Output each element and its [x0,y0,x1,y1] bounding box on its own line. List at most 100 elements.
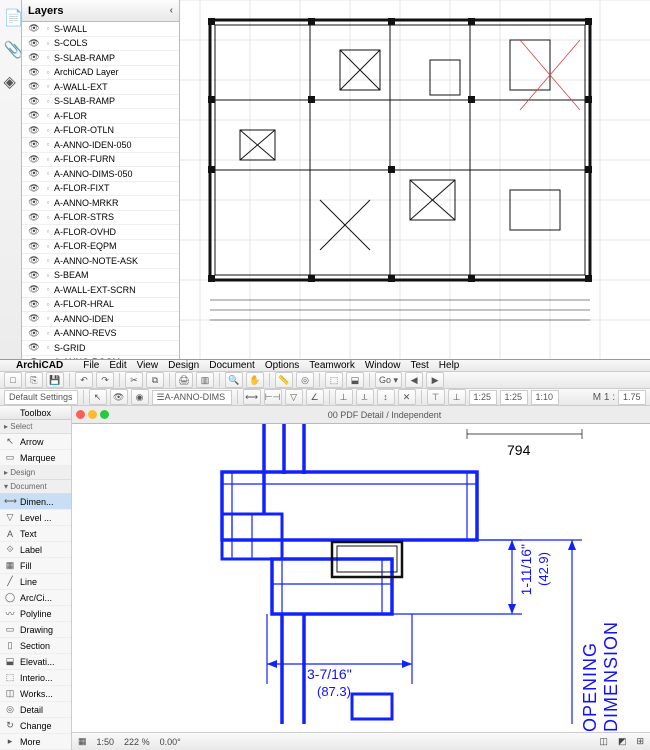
default-settings-button[interactable]: Default Settings [4,390,78,405]
open-icon[interactable]: ⎘ [25,372,43,388]
visibility-icon[interactable]: 👁 [26,226,42,237]
visibility-icon[interactable]: 👁 [26,168,42,179]
lock-icon[interactable]: ◉ [131,389,149,405]
pan-icon[interactable]: ✋ [246,372,264,388]
layers-panel-header[interactable]: Layers ‹ [22,0,179,22]
layer-combo[interactable]: ☰ A-ANNO-DIMS [152,390,232,405]
marker4-icon[interactable]: ✕ [398,389,416,405]
nav-back-icon[interactable]: ◀ [405,372,423,388]
arrow-mode-icon[interactable]: ↖ [89,389,107,405]
document-icon[interactable]: 📄 [4,8,18,22]
visibility-icon[interactable]: 👁 [26,255,42,266]
layer-row[interactable]: 👁▫ArchiCAD Layer [22,66,179,81]
menu-file[interactable]: File [83,360,99,371]
scale-field-c[interactable]: 1:10 [531,390,559,405]
visibility-icon[interactable]: 👁 [26,299,42,310]
layer-row[interactable]: 👁▫A-FLOR-OTLN [22,124,179,139]
layer-row[interactable]: 👁▫A-ANNO-DIMS-050 [22,167,179,182]
toolbox-group-design[interactable]: ▸ Design [0,466,71,480]
visibility-icon[interactable]: 👁 [26,197,42,208]
tool-level[interactable]: ▽Level ... [0,510,71,526]
eye-icon[interactable]: 👁 [110,389,128,405]
dim-elev-icon[interactable]: ▽ [285,389,303,405]
scale-field-b[interactable]: 1:25 [500,390,528,405]
layer-row[interactable]: 👁▫S-BEAM [22,269,179,284]
chevron-left-icon[interactable]: ‹ [170,5,173,16]
toolbox-group-select[interactable]: ▸ Select [0,420,71,434]
visibility-icon[interactable]: 👁 [26,139,42,150]
layer-row[interactable]: 👁▫A-FLOR-HRAL [22,298,179,313]
layer-row[interactable]: 👁▫A-ANNO-MRKR [22,196,179,211]
layer-row[interactable]: 👁▫A-WALL-EXT [22,80,179,95]
marker2-icon[interactable]: ⟂ [356,389,374,405]
menu-design[interactable]: Design [168,360,199,371]
trace-icon[interactable]: ◎ [296,372,314,388]
visibility-icon[interactable]: 👁 [26,328,42,339]
layer-row[interactable]: 👁▫A-FLOR-STRS [22,211,179,226]
visibility-icon[interactable]: 👁 [26,81,42,92]
layer-row[interactable]: 👁▫S-COLS [22,37,179,52]
layer-row[interactable]: 👁▫A-ANNO-ROOM [22,356,179,360]
tool-dimen[interactable]: ⟷Dimen... [0,494,71,510]
dim-angle-icon[interactable]: ∠ [306,389,324,405]
menu-options[interactable]: Options [265,360,299,371]
witness1-icon[interactable]: ⊤ [427,389,445,405]
status-tool1-icon[interactable]: ◫ [599,736,608,747]
visibility-icon[interactable]: 👁 [26,241,42,252]
layer-row[interactable]: 👁▫A-FLOR-FURN [22,153,179,168]
visibility-icon[interactable]: 👁 [26,342,42,353]
visibility-icon[interactable]: 👁 [26,154,42,165]
tool-polyline[interactable]: 〰Polyline [0,606,71,622]
undo-icon[interactable]: ↶ [75,372,93,388]
visibility-icon[interactable]: 👁 [26,270,42,281]
cut-icon[interactable]: ✂ [125,372,143,388]
tool-section[interactable]: ▯Section [0,638,71,654]
marker1-icon[interactable]: ⊥ [335,389,353,405]
section-icon[interactable]: ⬓ [346,372,364,388]
go-button[interactable]: Go ▾ [375,372,402,388]
floor-plan-canvas[interactable] [180,0,650,359]
new-icon[interactable]: □ [4,372,22,388]
window-controls[interactable] [76,410,109,419]
visibility-icon[interactable]: 👁 [26,357,42,359]
status-zoom[interactable]: 222 % [124,737,150,747]
plot-icon[interactable]: ▥ [196,372,214,388]
tool-elevati[interactable]: ⬓Elevati... [0,654,71,670]
visibility-icon[interactable]: 👁 [26,125,42,136]
tool-marquee[interactable]: ▭Marquee [0,450,71,466]
nav-fwd-icon[interactable]: ▶ [426,372,444,388]
layer-row[interactable]: 👁▫A-ANNO-IDEN [22,312,179,327]
visibility-icon[interactable]: 👁 [26,38,42,49]
visibility-icon[interactable]: 👁 [26,284,42,295]
witness2-icon[interactable]: ⊥ [448,389,466,405]
tool-interio[interactable]: ⬚Interio... [0,670,71,686]
layer-row[interactable]: 👁▫A-WALL-EXT-SCRN [22,283,179,298]
layer-row[interactable]: 👁▫A-FLOR-FIXT [22,182,179,197]
tool-detail[interactable]: ◎Detail [0,702,71,718]
tool-drawing[interactable]: ▭Drawing [0,622,71,638]
menu-document[interactable]: Document [209,360,255,371]
layer-row[interactable]: 👁▫A-ANNO-IDEN-050 [22,138,179,153]
tool-arrow[interactable]: ↖Arrow [0,434,71,450]
layer-row[interactable]: 👁▫S-GRID [22,341,179,356]
visibility-icon[interactable]: 👁 [26,110,42,121]
detail-canvas[interactable]: 794 3-7/16" (87.3) 1-11/16" (42.9) OPENI… [72,424,650,732]
layer-row[interactable]: 👁▫S-SLAB-RAMP [22,51,179,66]
layer-row[interactable]: 👁▫A-FLOR-OVHD [22,225,179,240]
visibility-icon[interactable]: 👁 [26,96,42,107]
layers-icon[interactable]: ◈ [4,72,18,86]
menu-window[interactable]: Window [365,360,401,371]
visibility-icon[interactable]: 👁 [26,183,42,194]
redo-icon[interactable]: ↷ [96,372,114,388]
dim-chain-icon[interactable]: ⊢⊣ [264,389,282,405]
visibility-icon[interactable]: 👁 [26,67,42,78]
dim-linear-icon[interactable]: ⟷ [243,389,261,405]
print-icon[interactable]: 🖨 [175,372,193,388]
status-tool2-icon[interactable]: ◩ [618,736,627,747]
layer-row[interactable]: 👁▫S-SLAB-RAMP [22,95,179,110]
visibility-icon[interactable]: 👁 [26,52,42,63]
layer-row[interactable]: 👁▫A-ANNO-REVS [22,327,179,342]
status-nav-icon[interactable]: ▦ [78,736,87,747]
m-field[interactable]: 1.75 [618,390,646,405]
zoom-icon[interactable]: 🔍 [225,372,243,388]
